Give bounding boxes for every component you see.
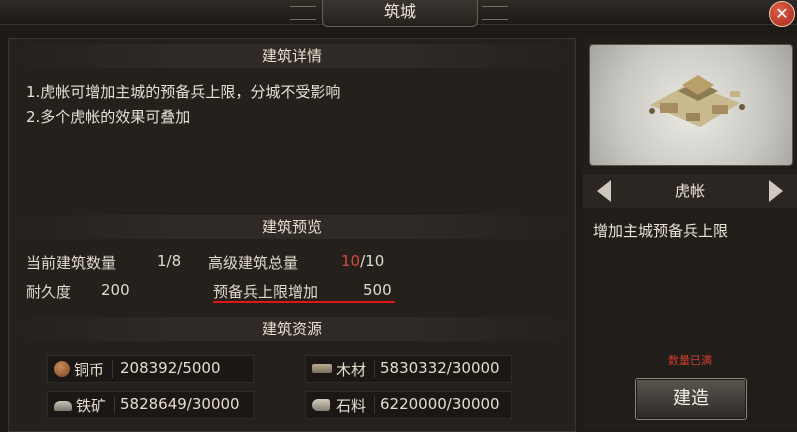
copper-coin-icon (54, 361, 70, 377)
resource-wood: 木材 5830332/30000 (305, 355, 512, 383)
building-name: 虎帐 (674, 182, 705, 200)
advanced-total-current: 10 (341, 252, 361, 270)
highlight-underline (213, 301, 395, 303)
building-preview-image (589, 44, 793, 166)
divider (374, 360, 375, 378)
resources-header: 建筑资源 (9, 317, 575, 341)
resource-copper: 铜币 208392/5000 (47, 355, 254, 383)
divider (114, 396, 115, 414)
window-title: 筑城 (322, 0, 478, 27)
copper-label: 铜币 (74, 361, 105, 379)
durability-label: 耐久度 (26, 283, 72, 301)
durability-value: 200 (101, 281, 130, 299)
preview-header: 建筑预览 (9, 215, 575, 239)
wood-label: 木材 (336, 361, 367, 379)
title-ornament-left (290, 6, 316, 20)
main-panel: 建筑详情 1.虎帐可增加主城的预备兵上限，分城不受影响 2.多个虎帐的效果可叠加… (8, 38, 576, 432)
advanced-total-max: /10 (360, 252, 385, 270)
stone-label: 石料 (336, 397, 367, 415)
building-description: 增加主城预备兵上限 (593, 222, 729, 240)
wood-icon (312, 364, 332, 373)
side-panel: 虎帐 增加主城预备兵上限 数量已满 建造 (583, 38, 797, 430)
advanced-total-value: 10/10 (341, 252, 384, 270)
iron-value: 5828649/30000 (120, 395, 240, 413)
title-ornament-right (482, 6, 508, 20)
next-arrow-icon[interactable] (769, 180, 783, 202)
divider (112, 360, 113, 378)
current-count-value: 1/8 (157, 252, 182, 270)
reserve-bonus-value: 500 (363, 281, 392, 299)
close-icon[interactable]: ✕ (769, 1, 795, 27)
building-selector: 虎帐 (583, 174, 797, 208)
iron-ore-icon (54, 401, 72, 411)
divider (374, 396, 375, 414)
advanced-total-label: 高级建筑总量 (208, 254, 299, 272)
copper-value: 208392/5000 (120, 359, 221, 377)
resource-iron: 铁矿 5828649/30000 (47, 391, 254, 419)
current-count-label: 当前建筑数量 (26, 254, 117, 272)
reserve-bonus-label: 预备兵上限增加 (213, 283, 319, 301)
stone-value: 6220000/30000 (380, 395, 500, 413)
details-header: 建筑详情 (9, 44, 575, 68)
detail-line-1: 1.虎帐可增加主城的预备兵上限，分城不受影响 (26, 83, 341, 101)
stone-icon (312, 399, 330, 411)
status-text: 数量已满 (668, 354, 712, 367)
detail-line-2: 2.多个虎帐的效果可叠加 (26, 108, 191, 126)
iron-label: 铁矿 (76, 397, 107, 415)
build-button[interactable]: 建造 (635, 378, 747, 420)
wood-value: 5830332/30000 (380, 359, 500, 377)
resource-stone: 石料 6220000/30000 (305, 391, 512, 419)
